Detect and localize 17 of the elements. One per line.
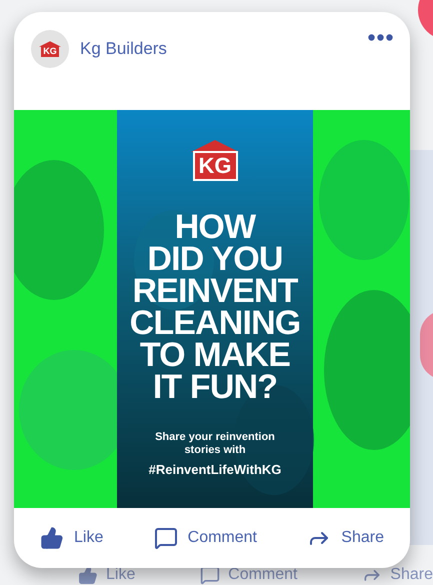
author-name[interactable]: Kg Builders bbox=[80, 36, 167, 62]
avatar[interactable]: KG bbox=[31, 30, 69, 68]
thumbs-up-icon bbox=[40, 526, 64, 550]
logo-text: KG bbox=[41, 46, 59, 57]
action-label: Comment bbox=[228, 565, 298, 585]
action-label: Share bbox=[390, 565, 433, 585]
caption: Share your reinvention stories with bbox=[155, 431, 275, 457]
action-button[interactable]: Comment bbox=[154, 526, 257, 550]
action-label: Like bbox=[106, 565, 136, 585]
comment-icon bbox=[200, 565, 220, 585]
thumbs-up-icon bbox=[78, 565, 98, 585]
comment-icon bbox=[154, 526, 178, 550]
hashtag: #ReinventLifeWithKG bbox=[148, 461, 282, 479]
more-options-icon[interactable] bbox=[368, 34, 393, 41]
action-button[interactable]: Like bbox=[40, 526, 104, 550]
action-button[interactable]: Share bbox=[307, 526, 384, 550]
headline: HOW DID YOU REINVENT CLEANING TO MAKE IT FUN? bbox=[130, 211, 300, 403]
